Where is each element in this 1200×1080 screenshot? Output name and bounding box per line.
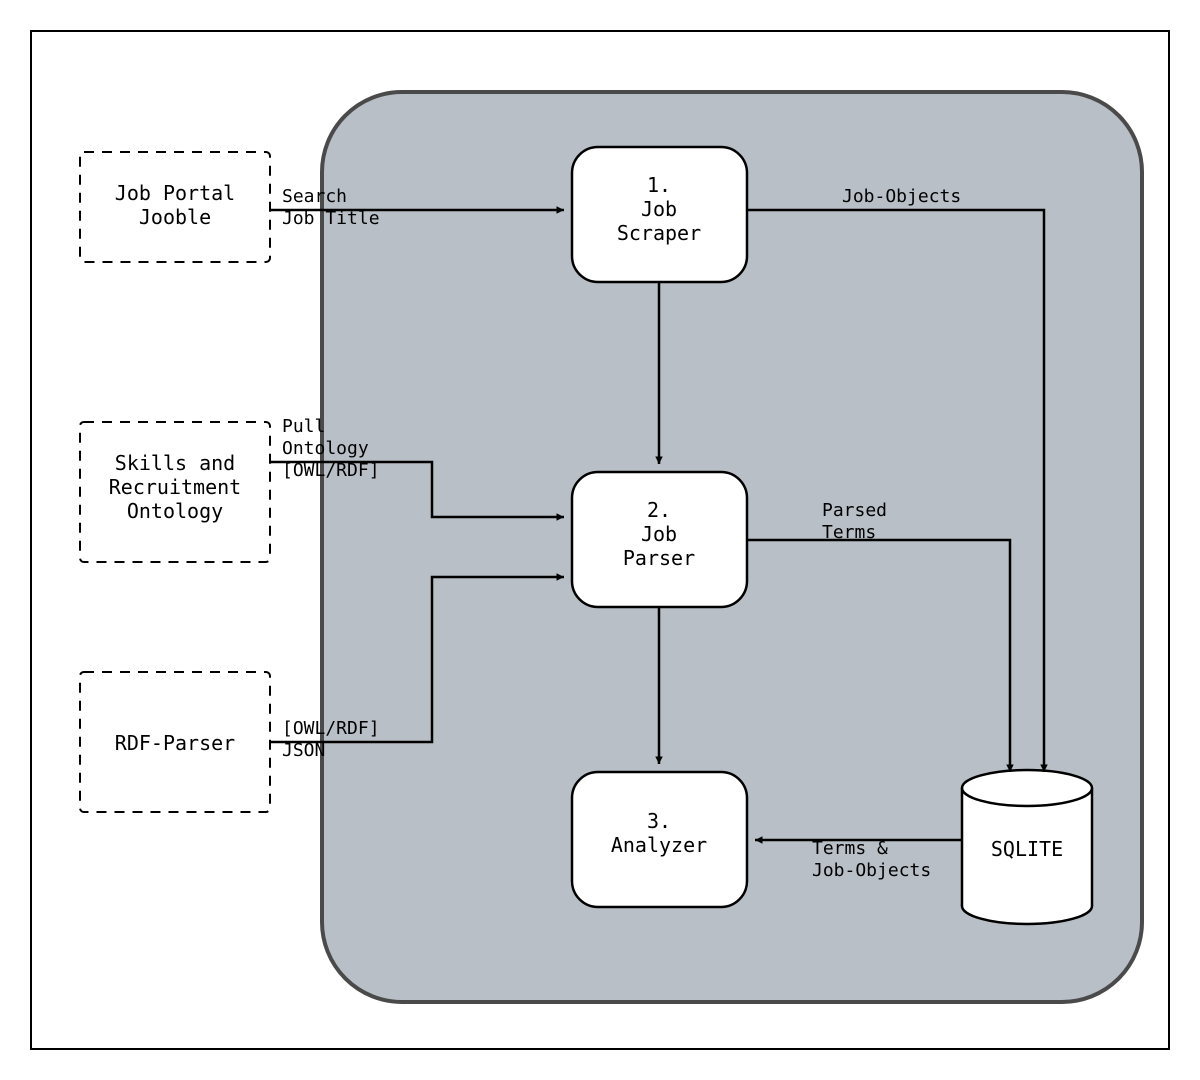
node-parser-l1: Job [641, 522, 677, 546]
edge-search-l2: Job Title [282, 208, 380, 229]
edge-pullont-l2: Ontology [282, 438, 369, 459]
node-job-parser: 2. Job Parser [572, 472, 747, 607]
edge-pullont-l3: [OWL/RDF] [282, 460, 380, 481]
node-job-scraper: 1. Job Scraper [572, 147, 747, 282]
node-scraper-l2: Scraper [617, 221, 701, 245]
edge-termsjobs-l2: Job-Objects [812, 860, 931, 881]
edge-rdfjson-l1: [OWL/RDF] [282, 718, 380, 739]
edge-search-l1: Search [282, 186, 347, 207]
ext-job-portal-line1: Job Portal [115, 181, 235, 205]
ext-ontology: Skills and Recruitment Ontology [80, 422, 270, 562]
edge-rdfjson-l2: JSON [282, 740, 325, 761]
node-analyzer: 3. Analyzer [572, 772, 747, 907]
edge-termsjobs-l1: Terms & [812, 838, 888, 859]
node-sqlite-label: SQLITE [991, 837, 1063, 861]
ext-ontology-line3: Ontology [127, 499, 223, 523]
ext-job-portal: Job Portal Jooble [80, 152, 270, 262]
node-parser-l2: Parser [623, 546, 695, 570]
diagram-frame: Job Portal Jooble Skills and Recruitment… [30, 30, 1170, 1050]
edge-parsed-l2: Terms [822, 522, 876, 543]
edge-parsed-l1: Parsed [822, 500, 887, 521]
ext-rdf-parser: RDF-Parser [80, 672, 270, 812]
node-scraper-num: 1. [647, 173, 671, 197]
node-analyzer-l1: Analyzer [611, 833, 707, 857]
ext-ontology-line2: Recruitment [109, 475, 241, 499]
ext-job-portal-line2: Jooble [139, 205, 211, 229]
ext-ontology-line1: Skills and [115, 451, 235, 475]
edge-jobobjects-label: Job-Objects [842, 186, 961, 207]
node-parser-num: 2. [647, 498, 671, 522]
node-scraper-l1: Job [641, 197, 677, 221]
edge-pullont-l1: Pull [282, 416, 325, 437]
node-sqlite: SQLITE [962, 770, 1092, 924]
ext-rdf-parser-label: RDF-Parser [115, 731, 235, 755]
node-analyzer-num: 3. [647, 809, 671, 833]
